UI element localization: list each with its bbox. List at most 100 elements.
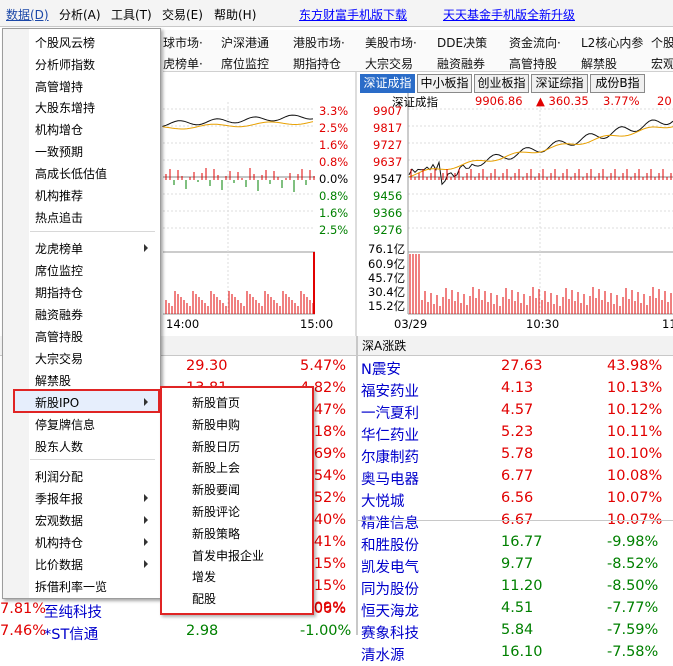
submenu-item[interactable]: 配股 (192, 590, 216, 607)
tab-shenzhen-component[interactable]: 深证成指 (360, 74, 415, 93)
menu-item[interactable]: 机构推荐 (35, 187, 83, 204)
nav-item[interactable]: 席位监控 (221, 55, 269, 72)
nav-item[interactable]: 高管持股 (509, 55, 557, 72)
price-tick-label: 9817 (373, 121, 403, 135)
submenu-arrow-icon (144, 560, 148, 568)
pct-cell: 5.47% (300, 358, 347, 374)
stock-name[interactable]: N震安 (361, 358, 401, 380)
stock-name[interactable]: 凯发电气 (361, 556, 419, 578)
nav-item[interactable]: 港股市场· (293, 34, 345, 51)
nav-item[interactable]: 虎榜单· (163, 55, 203, 72)
nav-item[interactable]: 期指持仓 (293, 55, 341, 72)
pct-cell: -7.58% (607, 644, 659, 660)
submenu-arrow-icon (144, 244, 148, 252)
stock-name[interactable]: 至纯科技 (44, 601, 102, 623)
submenu-item[interactable]: 新股要闻 (192, 481, 240, 498)
menu-item[interactable]: 利润分配 (35, 468, 83, 485)
stock-name[interactable]: 福安药业 (361, 380, 419, 402)
stock-name[interactable]: 恒天海龙 (361, 600, 419, 622)
index-change-pct: 3.77% (603, 94, 640, 108)
submenu-item[interactable]: 新股策略 (192, 525, 240, 542)
stock-name[interactable]: 一汽夏利 (361, 402, 419, 424)
menu-item[interactable]: 龙虎榜单 (35, 240, 83, 257)
price-tick-label: 9727 (373, 138, 403, 152)
nav-item[interactable]: 球市场· (163, 34, 203, 51)
menu-item[interactable]: 热点追击 (35, 209, 83, 226)
stock-name[interactable]: 尔康制药 (361, 446, 419, 468)
menu-item[interactable]: 新股IPO (35, 394, 79, 411)
tab-sme-index[interactable]: 中小板指 (417, 74, 472, 93)
menu-item[interactable]: 机构增仓 (35, 121, 83, 138)
pct-tick-label: 2.5% (319, 121, 349, 135)
nav-item[interactable]: 融资融券 (437, 55, 485, 72)
index-change: ▲ 360.35 (536, 94, 589, 108)
menu-item[interactable]: 宏观数据 (35, 512, 83, 529)
stock-name[interactable]: *ST信通 (44, 623, 98, 645)
menu-item[interactable]: 高管增持 (35, 78, 83, 95)
submenu-item[interactable]: 新股上会 (192, 459, 240, 476)
menu-help[interactable]: 帮助(H) (214, 6, 256, 23)
menu-item[interactable]: 个股风云榜 (35, 34, 95, 51)
pct-cell: 7.46% (0, 623, 47, 639)
pct-cell: -1.00% (300, 623, 352, 639)
submenu-item[interactable]: 新股首页 (192, 394, 240, 411)
menu-item[interactable]: 期指持仓 (35, 284, 83, 301)
pct-cell: 10.07% (607, 490, 663, 506)
menu-trade[interactable]: 交易(E) (162, 6, 203, 23)
menu-item[interactable]: 高成长低估值 (35, 165, 107, 182)
menu-item[interactable]: 股东人数 (35, 438, 83, 455)
menu-item[interactable]: 季报年报 (35, 490, 83, 507)
menu-item[interactable]: 分析师指数 (35, 56, 95, 73)
submenu-item[interactable]: 首发申报企业 (192, 547, 264, 564)
menu-item[interactable]: 融资融券 (35, 306, 83, 323)
submenu-item[interactable]: 新股评论 (192, 503, 240, 520)
pct-cell: 43.98% (607, 358, 663, 374)
menu-item[interactable]: 解禁股 (35, 372, 71, 389)
tab-shenzhen-composite[interactable]: 深证综指 (531, 74, 588, 93)
tab-gem-index[interactable]: 创业板指 (474, 74, 529, 93)
stock-name[interactable]: 大悦城 (361, 490, 405, 512)
pct-tick-label: 0.0% (319, 172, 349, 186)
price-cell: 16.77 (501, 534, 543, 550)
price-cell: 9.77 (501, 556, 534, 572)
submenu-item[interactable]: 新股日历 (192, 438, 240, 455)
menu-tools[interactable]: 工具(T) (111, 6, 152, 23)
menu-item[interactable]: 拆借利率一览 (35, 578, 107, 595)
stock-name[interactable]: 同为股份 (361, 578, 419, 600)
menu-item[interactable]: 高管持股 (35, 328, 83, 345)
submenu-arrow-icon (144, 516, 148, 524)
stock-name[interactable]: 清水源 (361, 644, 405, 666)
stock-name[interactable]: 赛象科技 (361, 622, 419, 644)
submenu-item[interactable]: 增发 (192, 568, 216, 585)
menu-analysis[interactable]: 分析(A) (59, 6, 101, 23)
menu-item[interactable]: 大股东增持 (35, 99, 95, 116)
pct-tick-label: 3.3% (319, 104, 349, 118)
menu-bar: 数据(D) 分析(A) 工具(T) 交易(E) 帮助(H) 东方财富手机版下载 … (0, 0, 673, 27)
nav-item[interactable]: 解禁股 (581, 55, 617, 72)
nav-item[interactable]: 个股 (651, 34, 673, 51)
nav-item[interactable]: 沪深港通 (221, 34, 269, 51)
menu-item[interactable]: 大宗交易 (35, 350, 83, 367)
nav-item[interactable]: 资金流向· (509, 34, 561, 51)
nav-item[interactable]: DDE决策 (437, 34, 487, 51)
stock-name[interactable]: 精准信息 (361, 512, 419, 534)
link-fund-upgrade[interactable]: 天天基金手机版全新升级 (443, 6, 575, 23)
nav-item[interactable]: 美股市场· (365, 34, 417, 51)
nav-item[interactable]: 大宗交易 (365, 55, 413, 72)
menu-item[interactable]: 比价数据 (35, 556, 83, 573)
stock-name[interactable]: 和胜股份 (361, 534, 419, 556)
nav-item[interactable]: L2核心内参 (581, 34, 643, 51)
menu-item[interactable]: 机构持仓 (35, 534, 83, 551)
stock-name[interactable]: 华仁药业 (361, 424, 419, 446)
menu-item[interactable]: 停复牌信息 (35, 416, 95, 433)
price-cell: 5.23 (501, 424, 534, 440)
tab-component-b[interactable]: 成份B指 (590, 74, 645, 93)
price-cell: 4.51 (501, 600, 534, 616)
menu-data[interactable]: 数据(D) (6, 6, 49, 23)
link-mobile-download[interactable]: 东方财富手机版下载 (299, 6, 407, 23)
menu-item[interactable]: 一致预期 (35, 143, 83, 160)
menu-item[interactable]: 席位监控 (35, 262, 83, 279)
submenu-item[interactable]: 新股申购 (192, 416, 240, 433)
nav-item[interactable]: 宏观 (651, 55, 673, 72)
stock-name[interactable]: 奥马电器 (361, 468, 419, 490)
